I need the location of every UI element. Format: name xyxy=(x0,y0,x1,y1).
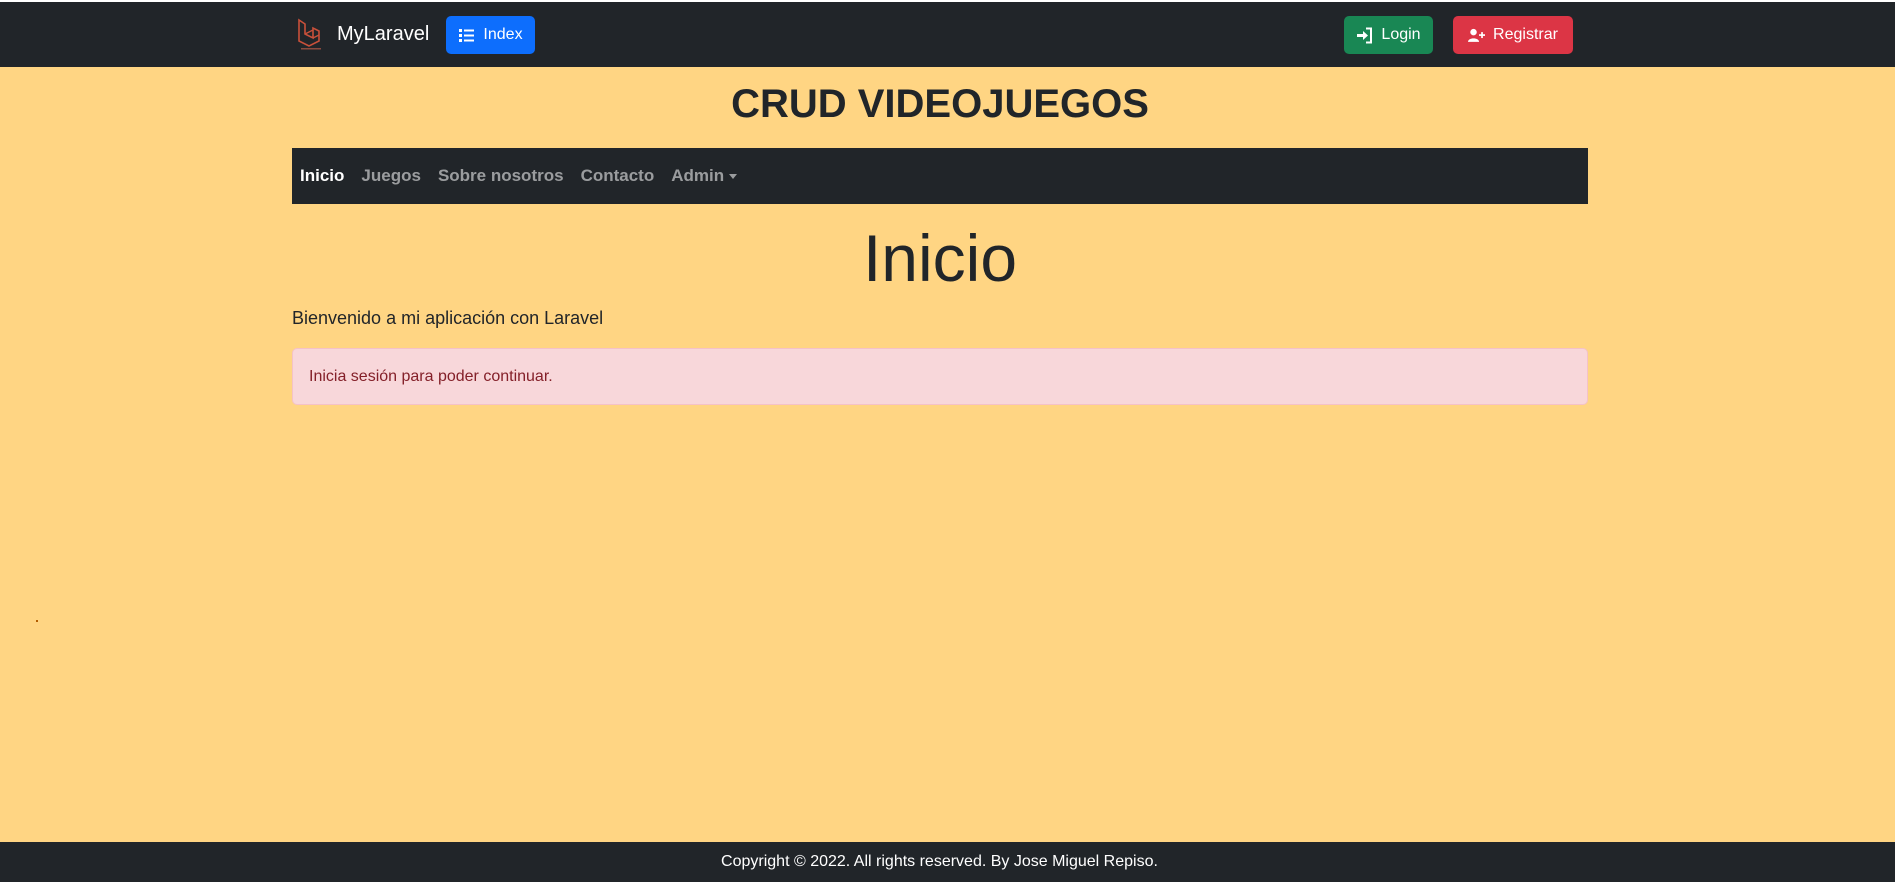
login-button-label: Login xyxy=(1381,26,1421,43)
register-button-label: Registrar xyxy=(1493,26,1558,43)
footer: Copyright © 2022. All rights reserved. B… xyxy=(0,842,1895,882)
stray-dot xyxy=(36,620,38,622)
nav-item-contacto[interactable]: Contacto xyxy=(581,166,655,186)
register-button[interactable]: Registrar xyxy=(1453,16,1573,54)
login-required-alert: Inicia sesión para poder continuar. xyxy=(292,348,1588,405)
login-button[interactable]: Login xyxy=(1344,16,1433,54)
sign-in-icon xyxy=(1357,27,1373,43)
alert-message: Inicia sesión para poder continuar. xyxy=(309,367,553,385)
section-navbar: Inicio Juegos Sobre nosotros Contacto Ad… xyxy=(292,148,1588,204)
brand-name: MyLaravel xyxy=(337,22,430,45)
nav-item-juegos[interactable]: Juegos xyxy=(361,166,421,186)
caret-down-icon xyxy=(729,173,738,179)
nav-item-sobre-nosotros[interactable]: Sobre nosotros xyxy=(438,166,564,186)
index-button[interactable]: Index xyxy=(446,16,535,54)
page-heading: Inicio xyxy=(862,221,1018,295)
nav-item-admin-dropdown[interactable]: Admin xyxy=(671,166,738,186)
user-plus-icon xyxy=(1468,28,1486,42)
index-button-label: Index xyxy=(483,26,523,43)
welcome-text: Bienvenido a mi aplicación con Laravel xyxy=(292,308,604,328)
top-navbar: MyLaravel Index Login Registrar xyxy=(0,2,1895,67)
site-title: CRUD VIDEOJUEGOS xyxy=(731,82,1149,126)
brand-link[interactable]: MyLaravel xyxy=(295,16,429,52)
laravel-logo-icon xyxy=(298,18,321,50)
list-icon xyxy=(459,28,475,42)
nav-item-inicio[interactable]: Inicio xyxy=(300,166,344,186)
nav-item-admin-label: Admin xyxy=(671,166,725,185)
footer-copyright: Copyright © 2022. All rights reserved. B… xyxy=(721,853,1158,870)
